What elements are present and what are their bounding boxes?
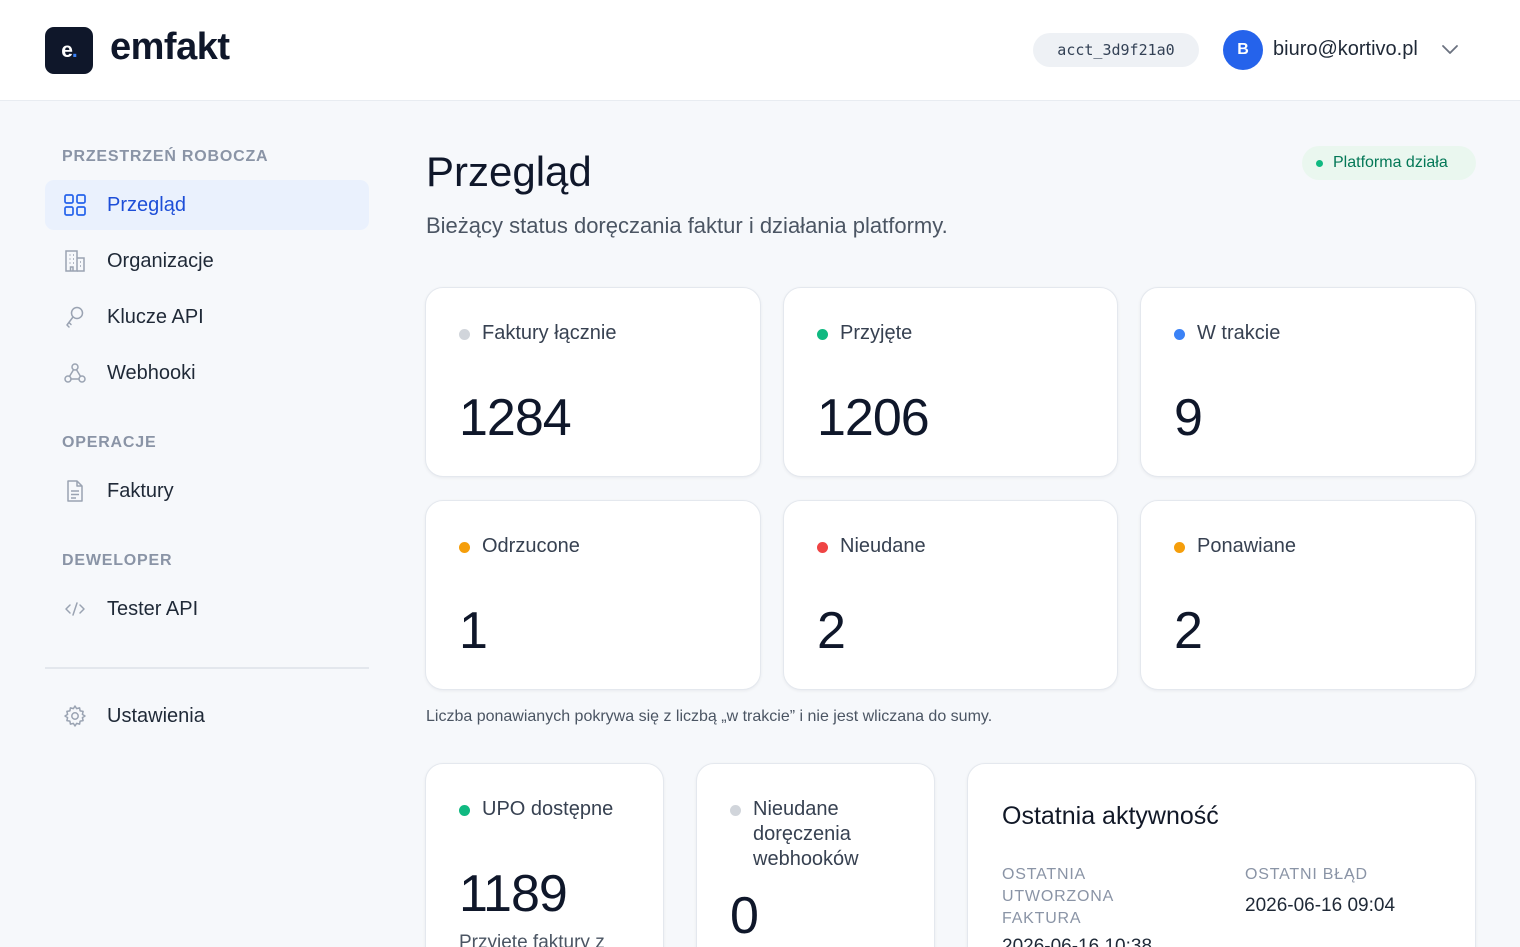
status-dot <box>1316 160 1323 167</box>
status-dot <box>459 542 470 553</box>
webhook-icon <box>64 363 86 383</box>
activity-title: Ostatnia aktywność <box>1002 802 1219 830</box>
sidebar-item-label: Faktury <box>107 479 174 502</box>
status-text: Platforma działa <box>1333 154 1448 171</box>
sidebar-section-operations: OPERACJE <box>62 434 157 451</box>
page-title: Przegląd <box>426 148 592 195</box>
sidebar-item-overview[interactable]: Przegląd <box>45 180 369 230</box>
stat-card-in-progress[interactable]: W trakcie 9 <box>1140 287 1476 477</box>
sidebar-item-settings[interactable]: Ustawienia <box>45 691 369 741</box>
stat-label: UPO dostępne <box>482 798 614 820</box>
logo[interactable]: e. <box>45 27 93 74</box>
gear-icon <box>64 705 86 727</box>
platform-status-badge: Platforma działa <box>1302 146 1476 180</box>
sidebar-item-invoices[interactable]: Faktury <box>45 466 369 516</box>
sidebar: PRZESTRZEŃ ROBOCZA Przegląd Organizacje … <box>0 101 400 947</box>
sidebar-section-workspace: PRZESTRZEŃ ROBOCZA <box>62 148 269 165</box>
stat-value: 2 <box>817 602 846 660</box>
stat-label: W trakcie <box>1197 322 1281 344</box>
stat-label: Nieudane <box>840 535 926 557</box>
stat-value: 1206 <box>817 389 930 447</box>
top-bar: e. emfakt acct_3d9f21a0 B biuro@kortivo.… <box>0 0 1520 101</box>
user-email[interactable]: biuro@kortivo.pl <box>1273 38 1418 61</box>
status-dot <box>459 805 470 816</box>
stat-value: 1284 <box>459 389 572 447</box>
account-id-badge[interactable]: acct_3d9f21a0 <box>1033 33 1199 67</box>
last-error-label: OSTATNI BŁĄD <box>1245 866 1368 883</box>
sidebar-item-organizations[interactable]: Organizacje <box>45 236 369 286</box>
key-icon <box>66 306 84 328</box>
last-created-value: 2026-06-16 10:38 <box>1002 936 1153 947</box>
last-error-value: 2026-06-16 09:04 <box>1245 895 1396 916</box>
stat-value: 1 <box>459 602 488 660</box>
sidebar-item-label: Webhooki <box>107 361 196 384</box>
stat-card-rejected[interactable]: Odrzucone 1 <box>425 500 761 690</box>
document-icon <box>67 480 83 502</box>
logo-mark: e <box>61 38 73 62</box>
sidebar-item-api-keys[interactable]: Klucze API <box>45 292 369 342</box>
stat-label: Przyjęte <box>840 322 913 344</box>
sidebar-item-webhooks[interactable]: Webhooki <box>45 348 369 398</box>
sidebar-item-label: Tester API <box>107 597 199 620</box>
sidebar-item-label: Klucze API <box>107 305 204 328</box>
stat-card-failed[interactable]: Nieudane 2 <box>783 500 1118 690</box>
status-dot <box>730 805 741 816</box>
stat-label: Nieudane doręczenia webhooków <box>753 798 859 870</box>
page-subtitle: Bieżący status doręczania faktur i dział… <box>426 213 948 238</box>
retry-note: Liczba ponawianych pokrywa się z liczbą … <box>426 708 993 725</box>
stat-value: 1189 <box>459 865 568 923</box>
brand-name[interactable]: emfakt <box>110 26 230 69</box>
stat-card-retrying[interactable]: Ponawiane 2 <box>1140 500 1476 690</box>
sidebar-section-developer: DEWELOPER <box>62 552 173 569</box>
sidebar-divider <box>45 667 369 669</box>
chevron-down-icon[interactable] <box>1441 42 1459 56</box>
logo-dot: . <box>71 38 78 62</box>
sidebar-item-label: Ustawienia <box>107 704 205 727</box>
status-dot <box>817 542 828 553</box>
stat-label: Faktury łącznie <box>482 322 617 344</box>
recent-activity-card: Ostatnia aktywność OSTATNIA UTWORZONA FA… <box>967 763 1476 947</box>
stat-subtext: Przyjęte faktury z <box>459 932 605 947</box>
stat-label: Ponawiane <box>1197 535 1296 557</box>
stat-card-accepted[interactable]: Przyjęte 1206 <box>783 287 1118 477</box>
stat-card-upo[interactable]: UPO dostępne 1189 Przyjęte faktury z <box>425 763 664 947</box>
stat-value: 0 <box>730 887 759 945</box>
avatar[interactable]: B <box>1223 30 1263 70</box>
stat-card-total[interactable]: Faktury łącznie 1284 <box>425 287 761 477</box>
status-dot <box>459 329 470 340</box>
stat-label: Odrzucone <box>482 535 580 557</box>
stat-card-webhook-failures[interactable]: Nieudane doręczenia webhooków 0 <box>696 763 935 947</box>
stat-value: 2 <box>1174 602 1203 660</box>
last-created-label: OSTATNIA UTWORZONA FAKTURA <box>1002 866 1114 927</box>
status-dot <box>1174 542 1185 553</box>
sidebar-item-api-tester[interactable]: Tester API <box>45 584 369 634</box>
status-dot <box>817 329 828 340</box>
building-icon <box>65 250 85 272</box>
sidebar-item-label: Organizacje <box>107 249 214 272</box>
stat-value: 9 <box>1174 389 1203 447</box>
sidebar-item-label: Przegląd <box>107 193 186 216</box>
status-dot <box>1174 329 1185 340</box>
grid-icon <box>64 194 86 216</box>
code-icon <box>65 602 85 616</box>
